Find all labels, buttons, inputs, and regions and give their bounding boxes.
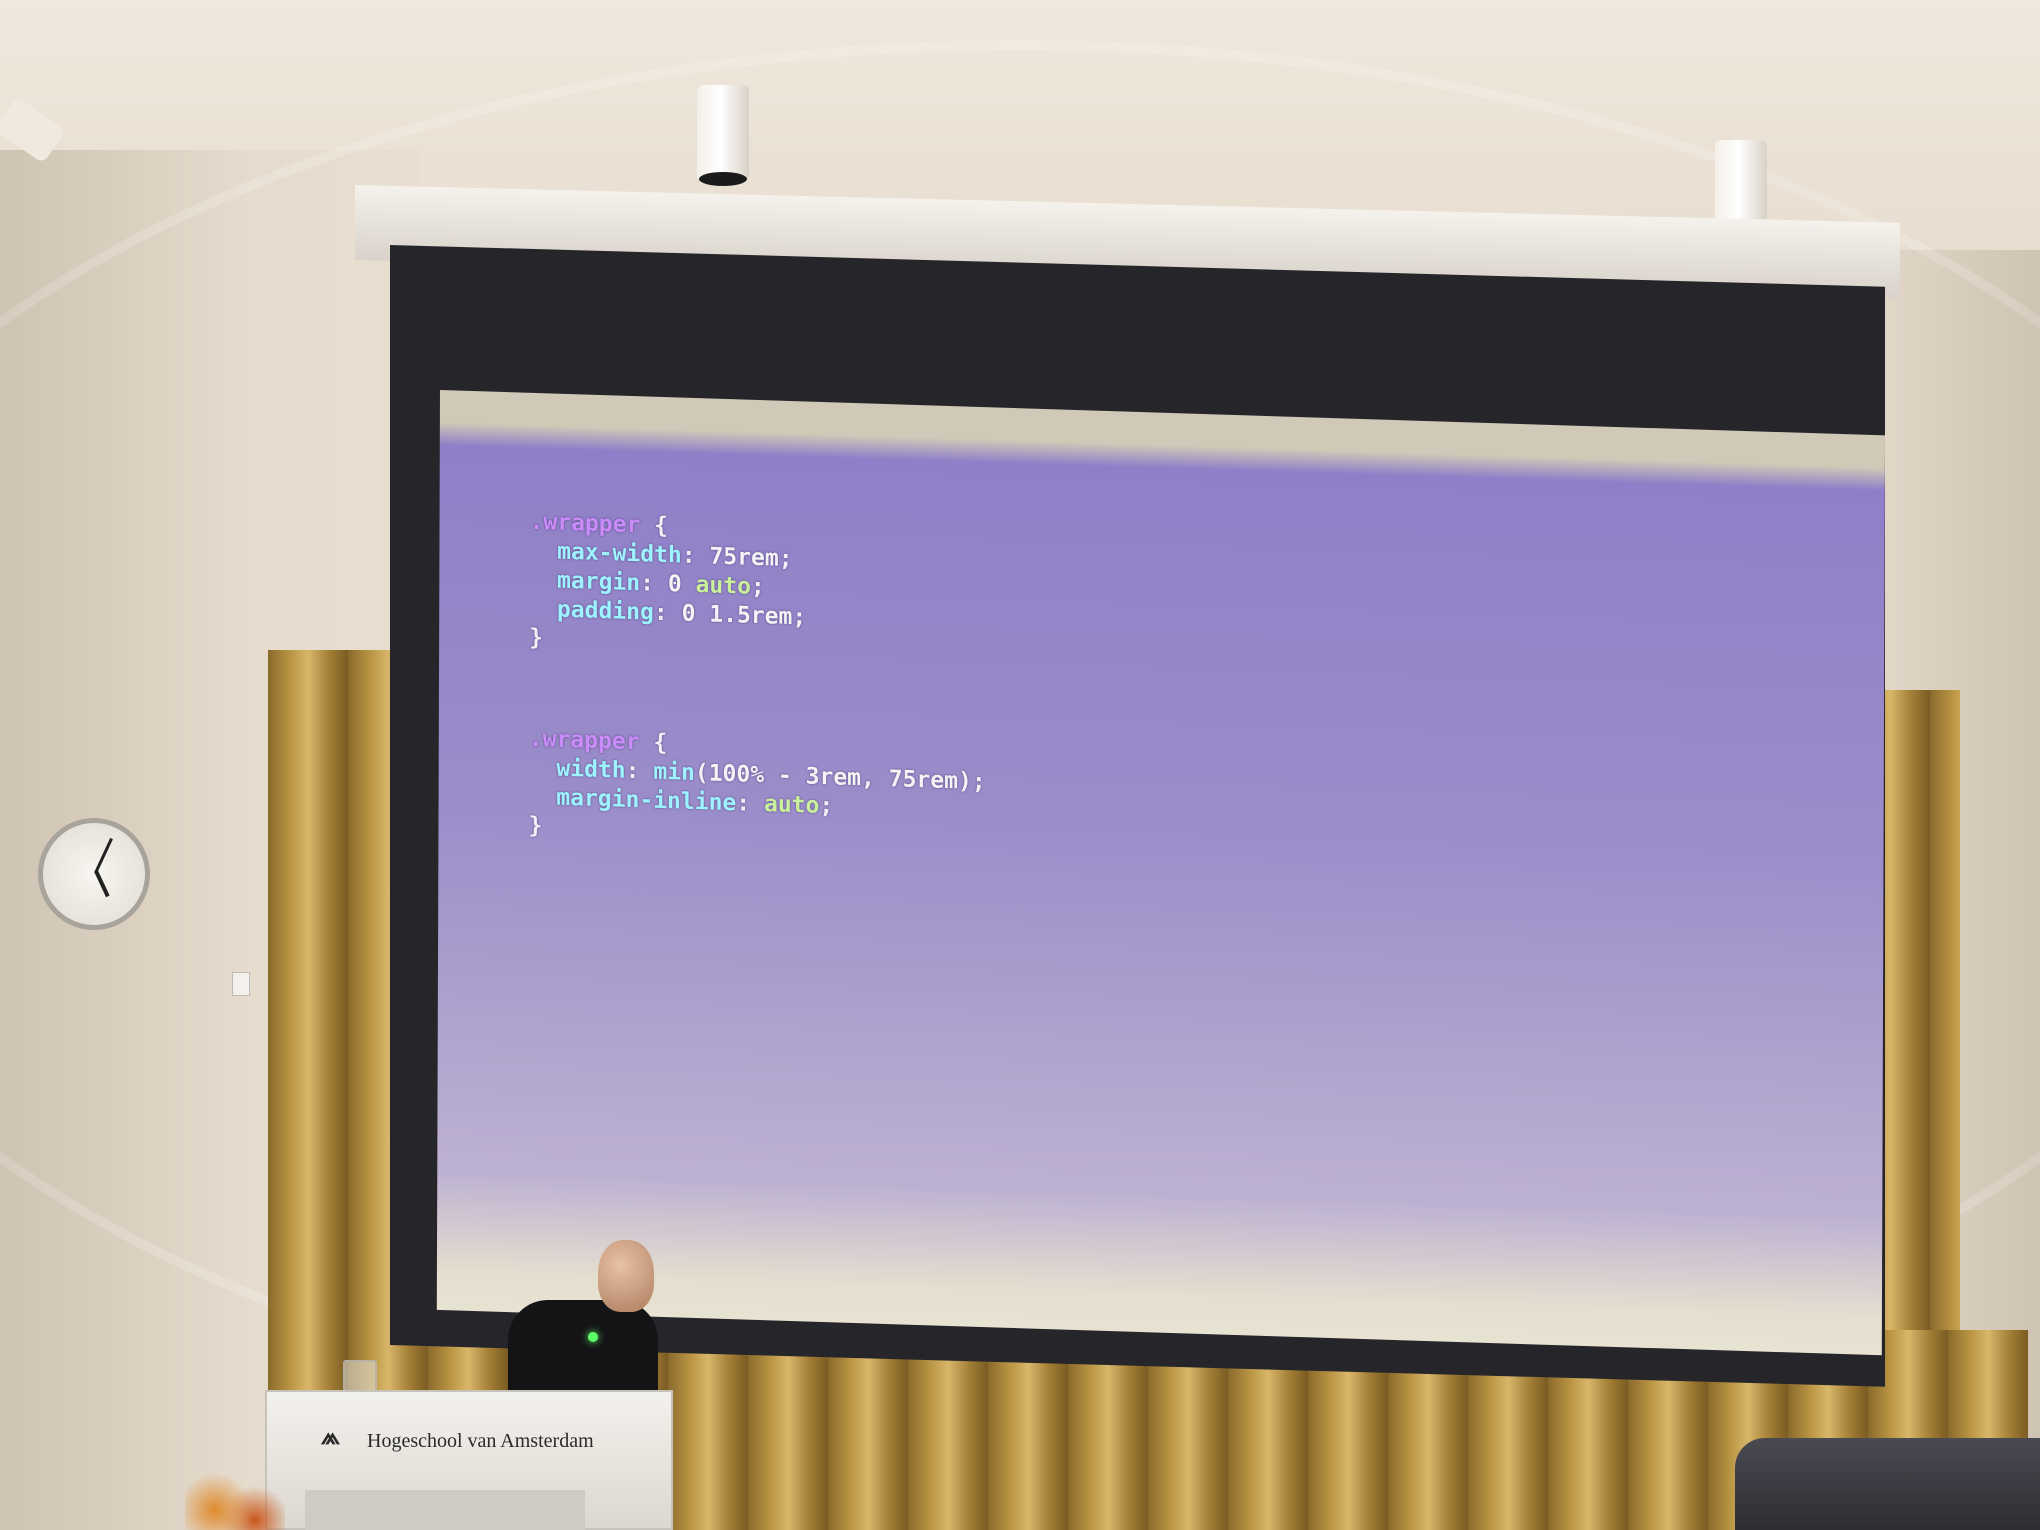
wall-thermostat: [232, 972, 250, 996]
colon: :: [681, 542, 710, 570]
css-value: 0: [667, 571, 682, 598]
clock-minute-hand: [94, 837, 113, 874]
css-function: min: [653, 758, 695, 787]
clock-hour-hand: [94, 870, 110, 898]
semicolon: ;: [792, 604, 807, 631]
covered-table: [1735, 1438, 2040, 1530]
css-property: max-width: [557, 538, 682, 569]
flower-arrangement: [185, 1430, 285, 1530]
css-property: width: [556, 755, 626, 784]
projection-slide: .wrapper { max-width: 75rem; margin: 0 a…: [436, 390, 1885, 1356]
ceiling-downlight: [697, 85, 749, 186]
close-brace: }: [528, 812, 543, 840]
close-brace: }: [529, 624, 544, 652]
conference-room-photo: .wrapper { max-width: 75rem; margin: 0 a…: [0, 0, 2040, 1530]
semicolon: ;: [819, 792, 834, 820]
colon: :: [640, 570, 668, 598]
css-selector: .wrapper: [529, 508, 641, 539]
semicolon: ;: [778, 545, 793, 573]
css-keyword: auto: [695, 572, 752, 600]
css-value: 75rem: [709, 543, 779, 572]
css-property: margin: [557, 567, 641, 597]
css-property: padding: [556, 596, 654, 626]
colon: :: [625, 757, 654, 785]
lapel-mic-light: [588, 1332, 598, 1342]
speaker-head: [598, 1240, 654, 1312]
css-keyword: auto: [763, 791, 820, 819]
podium-stand: [305, 1490, 585, 1530]
code-block-wrapper-modern: .wrapper { width: min(100% - 3rem, 75rem…: [528, 725, 985, 855]
semicolon: ;: [971, 768, 986, 796]
open-brace: {: [639, 729, 668, 757]
podium-sign-text: Hogeschool van Amsterdam: [367, 1430, 594, 1452]
colon: :: [736, 790, 765, 818]
wall-clock: [38, 818, 150, 930]
css-property: margin-inline: [556, 784, 737, 817]
css-selector: .wrapper: [528, 725, 640, 756]
semicolon: ;: [750, 573, 765, 601]
open-brace: {: [640, 512, 669, 540]
hva-logo-icon: ⩕: [321, 1422, 340, 1450]
code-block-wrapper-classic: .wrapper { max-width: 75rem; margin: 0 a…: [529, 508, 806, 662]
css-value: 0 1.5rem: [681, 600, 793, 631]
colon: :: [653, 599, 682, 627]
